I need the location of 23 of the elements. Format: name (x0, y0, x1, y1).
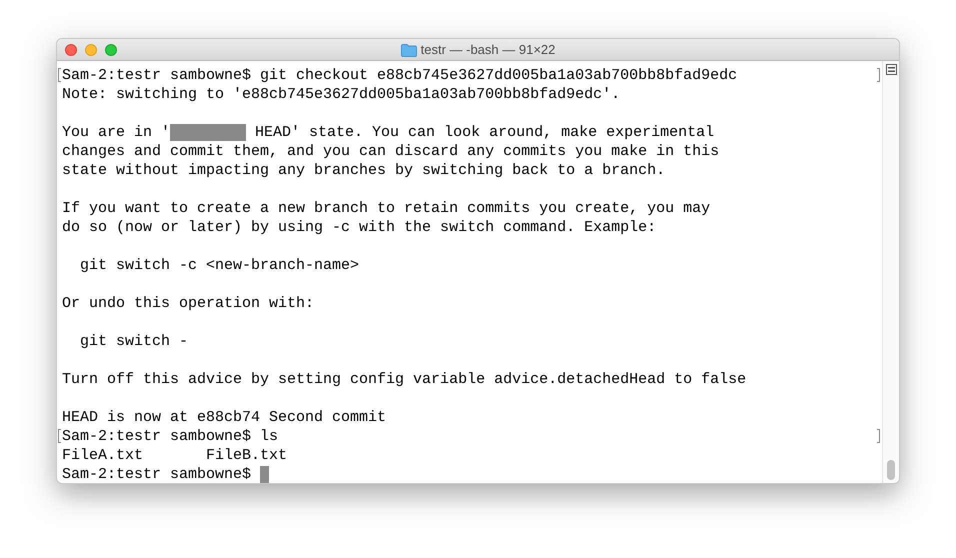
terminal-line: If you want to create a new branch to retain commits you create, you may (62, 199, 710, 218)
terminal-line: Turn off this advice by setting config variable advice.detachedHead to false (62, 370, 746, 389)
split-pane-icon[interactable] (886, 64, 896, 75)
terminal-line: Note: switching to 'e88cb745e3627dd005ba1a03ab700bb8bfad9edc'. (62, 85, 620, 104)
terminal-line: git switch -c <new-branch-name> (79, 256, 360, 275)
terminal-line: changes and commit them, and you can discard any commits you make in this (62, 142, 720, 161)
close-button[interactable] (65, 44, 77, 56)
terminal-line: git switch - (79, 332, 188, 351)
terminal-line: do so (now or later) by using -c with the switch command. Example: (62, 218, 656, 237)
terminal-line: Sam-2:testr sambowne$ ls (62, 427, 278, 446)
terminal-line: Sam-2:testr sambowne$ (62, 465, 252, 483)
terminal-line: FileA.txt FileB.txt (62, 446, 288, 465)
window-title: testr — -bash — 91×22 (420, 41, 556, 60)
minimize-button[interactable] (85, 44, 97, 56)
terminal-line: Sam-2:testr sambowne$ git checkout e88cb745e3627dd005ba1a03ab700bb8bfad9edc (62, 66, 738, 85)
scroll-thumb[interactable] (887, 460, 895, 480)
terminal-line: Or undo this operation with: (62, 294, 314, 313)
terminal-line: HEAD' state. You can look around, make experimental (254, 123, 714, 142)
folder-icon (400, 44, 417, 56)
terminal-line: HEAD is now at e88cb74 Second commit (62, 408, 386, 427)
terminal-line: You are in ' (62, 123, 170, 142)
zoom-button[interactable] (105, 44, 117, 56)
terminal-line: state without impacting any branches by switching back to a branch. (62, 161, 666, 180)
